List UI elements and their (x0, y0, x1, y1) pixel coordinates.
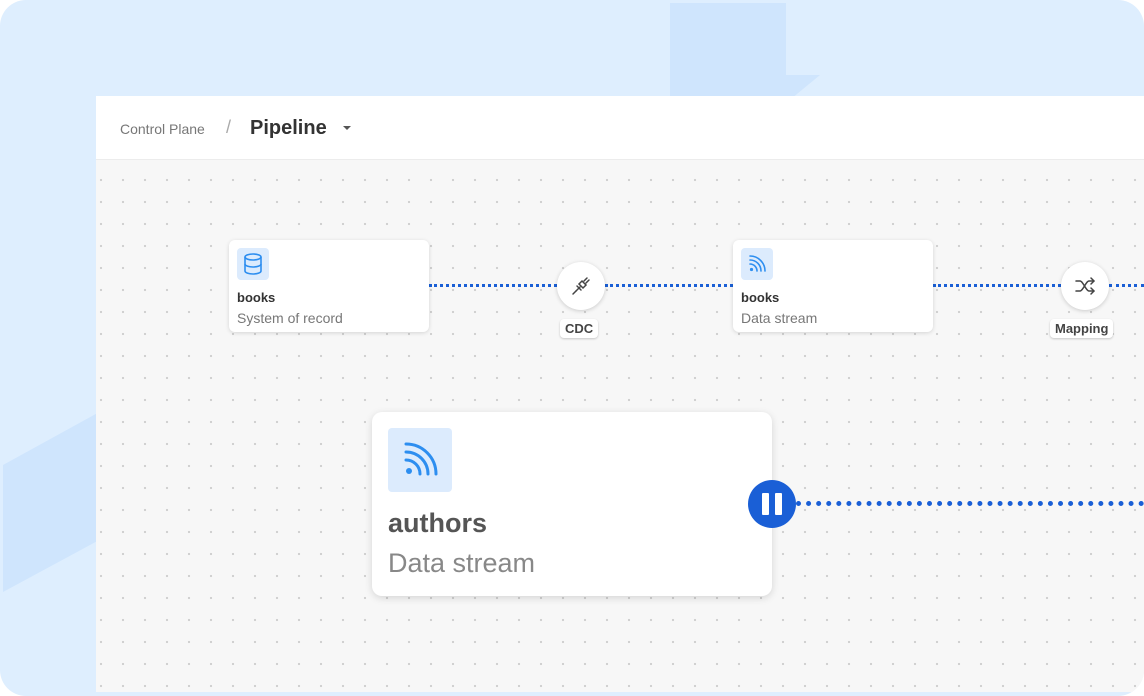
connector-cdc[interactable] (557, 262, 605, 310)
node-books-data-stream[interactable]: books Data stream (733, 240, 933, 332)
breadcrumb-control-plane[interactable]: Control Plane (120, 121, 205, 137)
pause-button[interactable] (748, 480, 796, 528)
pipeline-canvas[interactable]: books System of record CDC books Data st… (96, 161, 1144, 692)
shuffle-icon (1075, 277, 1095, 295)
database-icon (237, 248, 269, 280)
pause-icon (762, 493, 769, 515)
header-bar: Control Plane / Pipeline (96, 96, 1144, 160)
rss-icon (388, 428, 452, 492)
edge-mapping-out (1109, 284, 1144, 287)
plug-icon (572, 277, 590, 295)
node-subtitle: Data stream (741, 310, 818, 326)
node-books-system-of-record[interactable]: books System of record (229, 240, 429, 332)
pause-icon-bar (775, 493, 782, 515)
breadcrumb-separator: / (226, 117, 232, 137)
caret-down-icon[interactable] (343, 126, 351, 130)
node-title: books (237, 290, 276, 305)
node-subtitle: Data stream (388, 548, 536, 578)
node-title: authors (388, 508, 488, 538)
node-authors-data-stream[interactable]: authors Data stream (372, 412, 772, 596)
node-title: books (741, 290, 780, 305)
connector-label-cdc: CDC (560, 319, 599, 338)
edge-authors-out (796, 501, 1144, 506)
rss-icon (741, 248, 773, 280)
edge-cdc-to-books-stream (605, 284, 733, 287)
connector-label-mapping: Mapping (1050, 319, 1114, 338)
pipeline-window: Control Plane / Pipeline books System of… (96, 96, 1144, 692)
breadcrumb-pipeline[interactable]: Pipeline (250, 117, 327, 140)
decor-shape-left (3, 410, 103, 592)
edge-books-stream-to-mapping (933, 284, 1061, 287)
edge-books-to-cdc (429, 284, 557, 287)
connector-mapping[interactable] (1061, 262, 1109, 310)
node-subtitle: System of record (237, 310, 343, 326)
decor-shape-top (670, 3, 786, 103)
app-frame: Control Plane / Pipeline books System of… (0, 0, 1144, 696)
